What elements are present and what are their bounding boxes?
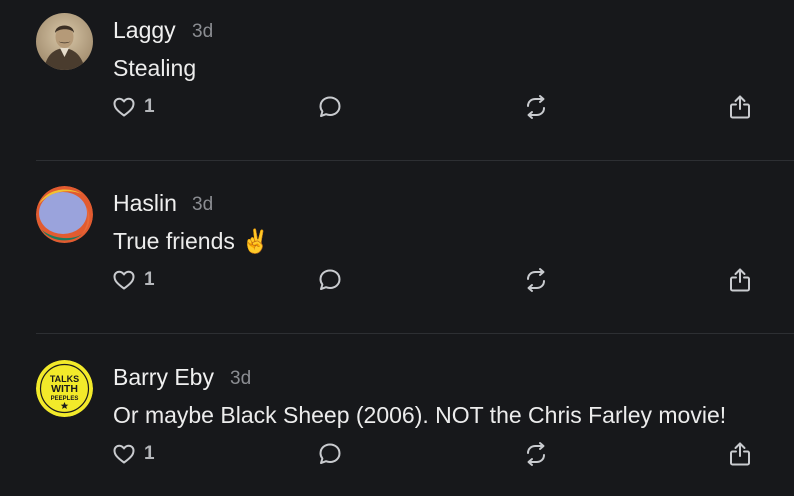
repost-button[interactable] bbox=[523, 90, 549, 124]
share-icon bbox=[730, 268, 750, 292]
comment-text: Or maybe Black Sheep (2006). NOT the Chr… bbox=[113, 402, 727, 428]
repost-button[interactable] bbox=[523, 263, 549, 297]
comment-post: TALKS WITH PEEPLES Barry Eby 3d Or maybe… bbox=[0, 347, 794, 496]
vintage-portrait-icon bbox=[36, 13, 93, 70]
like-count: 1 bbox=[144, 443, 155, 464]
author-name[interactable]: Barry Eby bbox=[113, 363, 214, 391]
comment-post: Laggy 3d Stealing 1 bbox=[0, 0, 794, 173]
avatar[interactable]: TALKS WITH PEEPLES bbox=[36, 360, 93, 417]
post-time: 3d bbox=[192, 194, 214, 215]
reply-bubble-icon bbox=[319, 443, 341, 464]
avatar-logo-text-3: PEEPLES bbox=[51, 396, 79, 402]
post-time: 3d bbox=[230, 368, 252, 389]
like-button[interactable]: 1 bbox=[112, 263, 155, 297]
share-button[interactable] bbox=[728, 90, 752, 124]
talks-with-peeples-logo-icon: TALKS WITH PEEPLES bbox=[36, 360, 93, 417]
avatar[interactable] bbox=[36, 186, 93, 243]
share-icon bbox=[730, 442, 750, 466]
avatar[interactable] bbox=[36, 13, 93, 70]
divider bbox=[36, 160, 794, 161]
share-icon bbox=[730, 95, 750, 119]
author-name[interactable]: Laggy bbox=[113, 16, 176, 44]
repost-icon bbox=[527, 268, 545, 292]
divider bbox=[36, 333, 794, 334]
comment-text: Stealing bbox=[113, 55, 197, 81]
colorful-circle-icon bbox=[36, 186, 93, 243]
repost-icon bbox=[527, 95, 545, 119]
share-button[interactable] bbox=[728, 437, 752, 471]
like-button[interactable]: 1 bbox=[112, 437, 155, 471]
reply-button[interactable] bbox=[317, 437, 343, 471]
reply-bubble-icon bbox=[319, 269, 341, 290]
like-count: 1 bbox=[144, 96, 155, 117]
reply-button[interactable] bbox=[317, 90, 343, 124]
author-name[interactable]: Haslin bbox=[113, 189, 177, 217]
reply-button[interactable] bbox=[317, 263, 343, 297]
comment-text: True friends ✌️ bbox=[113, 228, 270, 254]
avatar-logo-text-2: WITH bbox=[51, 383, 78, 395]
share-button[interactable] bbox=[728, 263, 752, 297]
like-count: 1 bbox=[144, 269, 155, 290]
post-time: 3d bbox=[192, 21, 214, 42]
comment-post: Haslin 3d True friends ✌️ 1 bbox=[0, 173, 794, 346]
heart-icon bbox=[113, 97, 135, 117]
reply-bubble-icon bbox=[319, 96, 341, 117]
repost-icon bbox=[527, 442, 545, 466]
heart-icon bbox=[113, 444, 135, 464]
repost-button[interactable] bbox=[523, 437, 549, 471]
heart-icon bbox=[113, 270, 135, 290]
like-button[interactable]: 1 bbox=[112, 90, 155, 124]
comment-feed: Laggy 3d Stealing 1 Haslin 3d True frien… bbox=[0, 0, 794, 496]
